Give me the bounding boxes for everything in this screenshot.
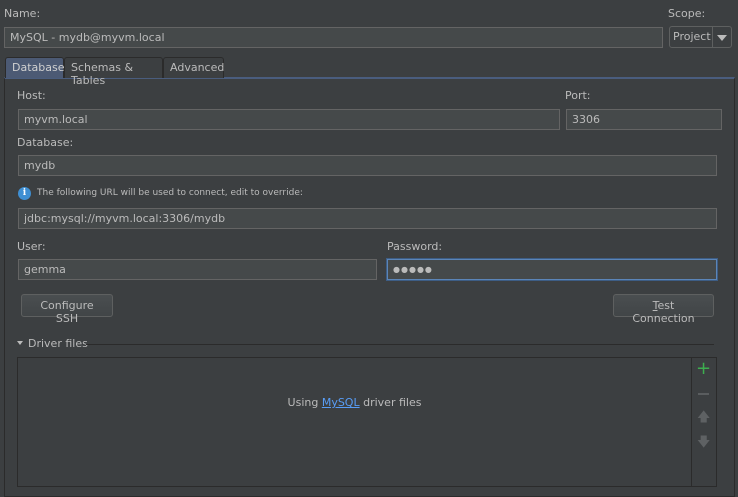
chevron-down-icon (717, 35, 727, 41)
test-connection-button[interactable]: Test Connection (613, 294, 714, 325)
scope-label: Scope: (668, 7, 706, 20)
toolbar-divider (691, 358, 692, 486)
remove-icon[interactable] (698, 393, 709, 395)
button-label: est Connection (632, 299, 695, 325)
driver-suffix-text: driver files (359, 396, 422, 409)
url-input[interactable]: jdbc:mysql://myvm.local:3306/mydb (18, 208, 717, 229)
tab-database[interactable]: Database (5, 57, 65, 78)
configure-ssh-button[interactable]: Configure SSH (21, 294, 113, 325)
mysql-driver-link[interactable]: MySQL (322, 396, 360, 409)
move-up-icon[interactable]: 🡅 (697, 408, 710, 430)
host-label: Host: (17, 89, 46, 102)
info-icon: i (18, 187, 31, 200)
tab-advanced[interactable]: Advanced (163, 57, 224, 78)
password-input[interactable]: ●●●●● (387, 259, 717, 280)
name-input[interactable]: MySQL - mydb@myvm.local (4, 27, 663, 48)
port-label: Port: (565, 89, 591, 102)
driver-using-text: Using (287, 396, 322, 409)
tab-schemas-tables[interactable]: Schemas & Tables (64, 57, 163, 87)
user-input[interactable]: gemma (18, 259, 377, 280)
database-input[interactable]: mydb (18, 155, 717, 176)
url-info-text: The following URL will be used to connec… (37, 188, 303, 198)
scope-dropdown[interactable]: Project (669, 26, 732, 48)
add-icon[interactable]: + (696, 358, 711, 379)
scope-value: Project (673, 30, 711, 43)
move-down-icon[interactable]: 🡇 (697, 433, 710, 455)
host-input[interactable]: myvm.local (18, 109, 560, 130)
separator (86, 344, 714, 345)
collapse-triangle-icon[interactable] (17, 341, 23, 345)
password-label: Password: (387, 240, 443, 253)
name-label: Name: (4, 7, 41, 20)
user-label: User: (17, 240, 46, 253)
database-label: Database: (17, 136, 74, 149)
dropdown-divider (712, 27, 713, 47)
driver-files-list[interactable]: Using MySQL driver files + 🡅 🡇 (17, 357, 717, 487)
driver-files-title[interactable]: Driver files (28, 337, 88, 350)
port-input[interactable]: 3306 (566, 109, 722, 130)
